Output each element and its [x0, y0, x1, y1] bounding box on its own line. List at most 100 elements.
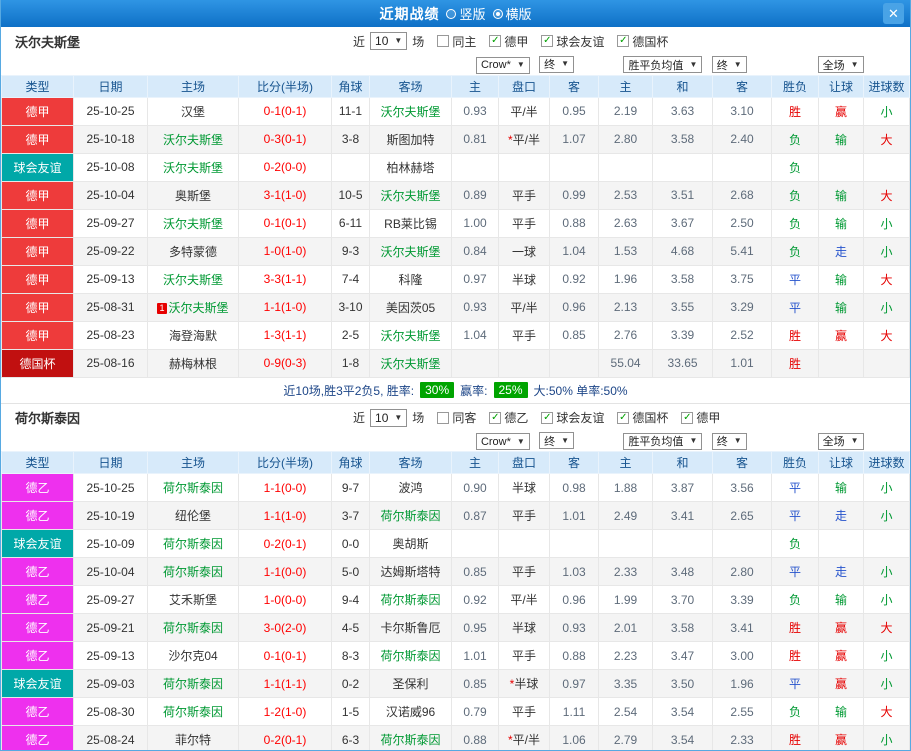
home-team-name: 荷尔斯泰因	[162, 621, 223, 635]
league-badge: 德乙	[1, 613, 74, 642]
asian-handicap: 平手	[498, 557, 550, 586]
handicap-result: 赢	[818, 725, 865, 750]
summary-row: 近10场,胜3平2负5, 胜率: 30% 赢率: 25% 大:50% 单率:50…	[1, 377, 910, 404]
odds-dropdown-row: Crow* ▼ 终 ▼ 胜平负均值 ▼ 终 ▼ 全场 ▼	[1, 55, 910, 75]
league-badge: 德甲	[1, 180, 74, 210]
recent-count-select[interactable]: 10 ▼	[370, 408, 408, 427]
filter-checkbox[interactable]: ✓ 球会友谊	[541, 33, 604, 50]
home-team-name: 沃尔夫斯堡	[162, 216, 223, 231]
away-win-odds: 2.55	[712, 697, 773, 726]
asian-away-odds: 0.97	[548, 669, 600, 698]
scope-select[interactable]: 全场 ▼	[817, 432, 864, 450]
match-date: 25-10-08	[73, 152, 148, 182]
league-badge: 德乙	[1, 697, 74, 726]
match-row: 德甲 25-08-23 海登海默 1-3(1-1) 2-5 沃尔夫斯堡 1.04 平手 0.85…	[1, 320, 910, 350]
home-win-odds: 2.13	[598, 292, 654, 322]
europe-odds-select[interactable]: 胜平负均值 ▼	[623, 56, 703, 74]
away-team-name: RB莱比锡	[384, 216, 437, 231]
away-team: 沃尔夫斯堡	[369, 96, 452, 126]
col-header-date: 日期	[73, 451, 148, 474]
asian-away-odds	[548, 348, 600, 378]
away-team-name: 荷尔斯泰因	[380, 733, 441, 747]
filter-checkbox[interactable]: ✓ 德甲	[489, 33, 528, 50]
col-header-lose: 客	[712, 451, 773, 474]
asian-handicap: 平手	[498, 641, 550, 670]
goals-result: 大	[863, 124, 910, 154]
final-score: 0-9(0-3)	[238, 348, 332, 378]
asian-home-odds: 0.97	[451, 264, 499, 294]
home-team-name: 菲尔特	[174, 733, 211, 747]
away-win-odds: 2.80	[712, 557, 773, 586]
asian-away-odds: 1.01	[548, 501, 600, 530]
match-date: 25-08-24	[73, 725, 148, 750]
europe-odds-select[interactable]: 胜平负均值 ▼	[623, 432, 703, 450]
europe-final-select[interactable]: 终 ▼	[711, 56, 747, 74]
asian-handicap	[498, 348, 550, 378]
handicap-result	[818, 152, 865, 182]
layout-radio-vertical[interactable]: 竖版	[446, 4, 486, 23]
europe-final-select[interactable]: 终 ▼	[711, 432, 747, 450]
recent-count-select[interactable]: 10 ▼	[370, 32, 408, 50]
away-win-odds: 3.41	[712, 613, 773, 642]
league-badge: 德甲	[1, 320, 74, 350]
asian-away-odds: 1.07	[548, 124, 600, 154]
close-button[interactable]: ✕	[883, 3, 904, 24]
match-result: 平	[771, 557, 820, 586]
odds-company-select[interactable]: Crow* ▼	[475, 433, 530, 451]
corner-score: 9-4	[331, 585, 370, 614]
match-rows: 德乙 25-10-25 荷尔斯泰因 1-1(0-0) 9-7 波鸿 0.90 半球 0.98 1.…	[1, 473, 910, 750]
asian-home-odds: 0.88	[451, 725, 499, 750]
away-team: 波鸿	[369, 473, 452, 502]
scope-select[interactable]: 全场 ▼	[817, 56, 864, 74]
col-header-goals: 进球数	[863, 74, 910, 98]
home-team-name: 荷尔斯泰因	[162, 537, 223, 551]
filter-checkbox[interactable]: 同主	[437, 33, 476, 50]
match-result: 胜	[771, 320, 820, 350]
europe-odds-value: 胜平负均值	[628, 59, 684, 72]
away-team: RB莱比锡	[369, 208, 452, 238]
asian-home-odds: 1.00	[451, 208, 499, 238]
odds-company-select[interactable]: Crow* ▼	[475, 56, 530, 74]
home-team: 沃尔夫斯堡	[147, 208, 239, 238]
away-team-name: 奥胡斯	[392, 537, 429, 551]
chevron-down-icon: ▼	[733, 59, 742, 69]
final-score: 1-1(0-0)	[238, 557, 332, 586]
filter-checkbox[interactable]: ✓ 德国杯	[617, 409, 668, 426]
goals-result: 小	[863, 501, 910, 530]
layout-radio-horizontal[interactable]: 横版	[492, 4, 532, 23]
corner-score: 0-2	[331, 669, 370, 698]
asian-handicap: 平手	[498, 208, 550, 238]
europe-odds-controls: 胜平负均值 ▼ 终 ▼	[598, 431, 772, 452]
home-team: 荷尔斯泰因	[147, 557, 239, 586]
asian-away-odds: 0.95	[548, 96, 600, 126]
filter-checkbox[interactable]: 同客	[437, 409, 476, 426]
asian-handicap: 平/半	[498, 96, 550, 126]
handicap-result: 走	[818, 557, 865, 586]
filter-checkbox[interactable]: ✓ 球会友谊	[541, 409, 604, 426]
home-win-odds: 1.96	[598, 264, 654, 294]
corner-score: 6-11	[331, 208, 370, 238]
away-team-name: 科隆	[398, 272, 423, 287]
match-row: 德甲 25-10-25 汉堡 0-1(0-1) 11-1 沃尔夫斯堡 0.93 平/半 0.95…	[1, 96, 910, 126]
match-row: 德国杯 25-08-16 赫梅林根 0-9(0-3) 1-8 沃尔夫斯堡 55.04 33.6…	[1, 348, 910, 378]
asian-final-select[interactable]: 终 ▼	[539, 55, 575, 73]
away-team-name: 沃尔夫斯堡	[380, 244, 441, 259]
asian-handicap: 平手	[498, 180, 550, 210]
dropdown-row-spacer	[1, 431, 452, 452]
filter-checkbox[interactable]: ✓ 德国杯	[617, 33, 668, 50]
home-team-name: 荷尔斯泰因	[162, 565, 223, 579]
goals-result: 小	[863, 725, 910, 750]
handicap-result: 输	[818, 292, 865, 322]
goals-result	[863, 152, 910, 182]
chevron-down-icon: ▼	[394, 412, 403, 422]
away-team-name: 汉诺威96	[385, 705, 436, 719]
asian-home-odds: 0.87	[451, 501, 499, 530]
filter-checkbox[interactable]: ✓ 德乙	[489, 409, 528, 426]
final-score: 0-1(0-1)	[238, 96, 332, 126]
league-badge: 德甲	[1, 208, 74, 238]
asian-handicap: 半球	[498, 613, 550, 642]
final-score: 1-0(0-0)	[238, 585, 332, 614]
col-header-score: 比分(半场)	[238, 451, 332, 474]
filter-checkbox[interactable]: ✓ 德甲	[681, 409, 720, 426]
asian-final-select[interactable]: 终 ▼	[539, 432, 575, 450]
